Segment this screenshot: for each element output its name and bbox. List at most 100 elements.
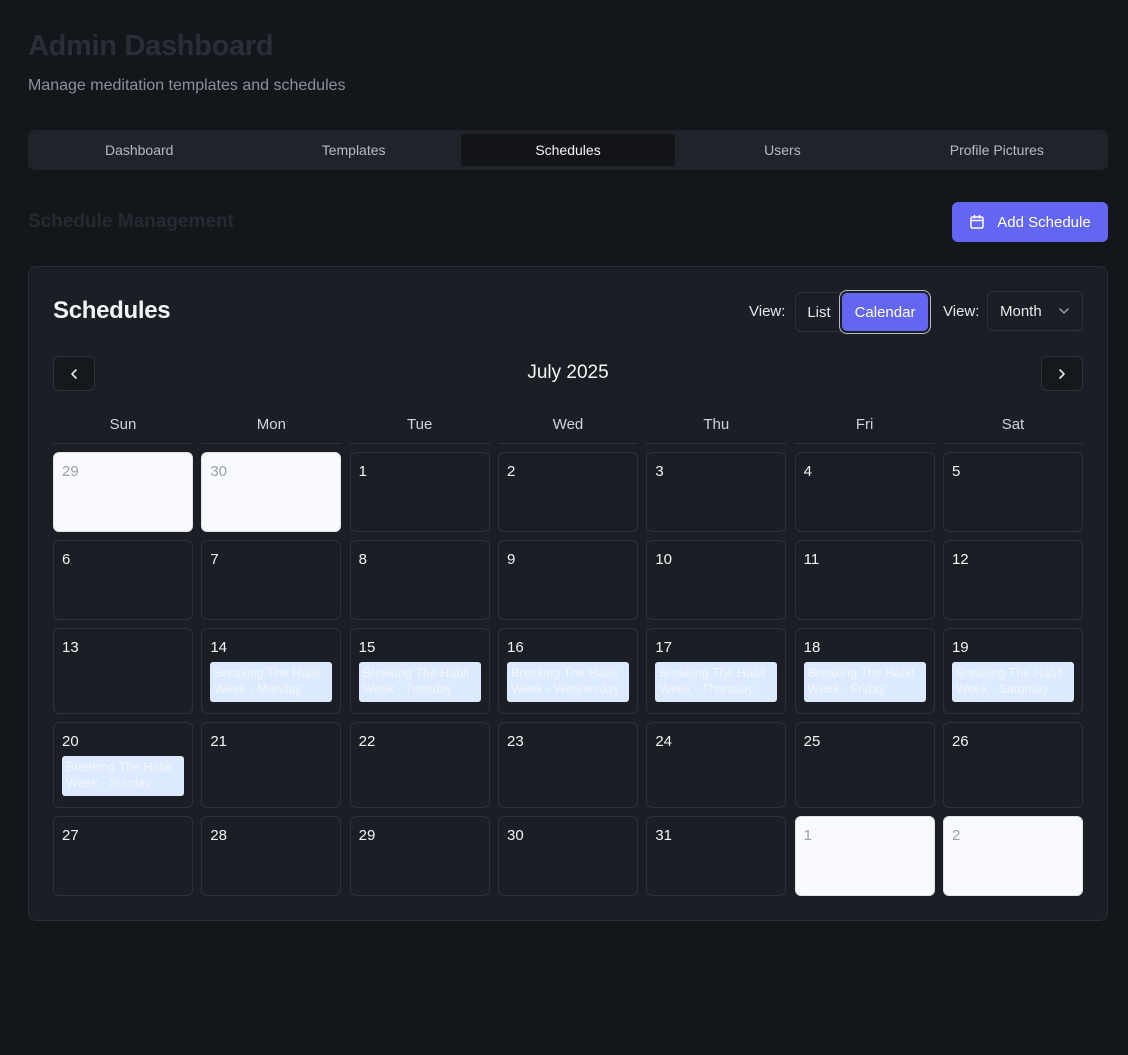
calendar-day-cell[interactable]: 29 bbox=[349, 816, 490, 896]
day-number: 2 bbox=[506, 463, 516, 480]
calendar-day-cell[interactable]: 11 bbox=[794, 540, 935, 620]
calendar-day-cell[interactable]: 30 bbox=[497, 816, 638, 896]
day-number: 5 bbox=[951, 463, 961, 480]
calendar-day-cell[interactable]: 28 bbox=[201, 816, 342, 896]
page-title: Admin Dashboard bbox=[28, 30, 274, 62]
day-number: 20 bbox=[62, 733, 79, 750]
calendar-day-cell[interactable]: 9 bbox=[497, 540, 638, 620]
calendar-day-cell[interactable]: 21 bbox=[201, 722, 342, 808]
schedule-event[interactable]: Breaking The Habit Week - Tuesday bbox=[358, 662, 481, 702]
calendar-day-cell[interactable]: 22 bbox=[349, 722, 490, 808]
weekday-label: Fri bbox=[794, 416, 935, 444]
calendar-day-cell[interactable]: 2 bbox=[942, 816, 1083, 896]
calendar-day-cell[interactable]: 1 bbox=[349, 452, 490, 532]
schedule-event[interactable]: Breaking The Habit Week - Thursday bbox=[655, 662, 778, 702]
day-number: 27 bbox=[62, 827, 79, 844]
calendar-day-cell[interactable]: 17 Breaking The Habit Week - Thursday bbox=[646, 628, 787, 714]
day-number: 26 bbox=[951, 733, 969, 750]
view-range-label: View: bbox=[943, 303, 980, 320]
schedule-event[interactable]: Breaking The Habit Week - Friday bbox=[803, 662, 926, 702]
add-schedule-label: Add Schedule bbox=[997, 213, 1091, 231]
day-number: 24 bbox=[655, 733, 672, 750]
day-number: 18 bbox=[803, 639, 821, 656]
day-number: 19 bbox=[951, 639, 969, 656]
tab-users[interactable]: Users bbox=[675, 134, 889, 166]
calendar-day-cell[interactable]: 29 bbox=[53, 452, 193, 532]
schedule-event[interactable]: Breaking The Habit Week - Sunday bbox=[62, 756, 184, 796]
day-number: 8 bbox=[358, 551, 367, 568]
calendar-day-cell[interactable]: 8 bbox=[349, 540, 490, 620]
calendar-day-cell[interactable]: 18 Breaking The Habit Week - Friday bbox=[794, 628, 935, 714]
calendar-day-cell[interactable]: 6 bbox=[53, 540, 193, 620]
calendar-day-cell[interactable]: 13 bbox=[53, 628, 193, 714]
month-label: July 2025 bbox=[527, 362, 609, 383]
tab-schedules[interactable]: Schedules bbox=[460, 134, 676, 166]
day-number: 17 bbox=[655, 639, 672, 656]
day-number: 3 bbox=[655, 463, 664, 480]
calendar-day-cell[interactable]: 3 bbox=[646, 452, 787, 532]
schedule-event[interactable]: Breaking The Habit Week - Monday bbox=[210, 662, 333, 702]
calendar-day-cell[interactable]: 27 bbox=[53, 816, 193, 896]
calendar-day-cell[interactable]: 31 bbox=[646, 816, 787, 896]
list-view-button[interactable]: List bbox=[796, 293, 842, 331]
weekday-label: Mon bbox=[201, 416, 342, 444]
calendar-view-button[interactable]: Calendar bbox=[842, 293, 928, 331]
calendar-day-cell[interactable]: 12 bbox=[942, 540, 1083, 620]
schedules-card: Schedules View: List Calendar View: Mont… bbox=[28, 266, 1108, 921]
day-number: 9 bbox=[506, 551, 516, 568]
day-number: 4 bbox=[803, 463, 812, 480]
day-number: 1 bbox=[358, 463, 367, 480]
calendar-day-cell[interactable]: 7 bbox=[201, 540, 342, 620]
view-range-select[interactable]: Month bbox=[987, 291, 1083, 331]
calendar-day-cell[interactable]: 16 Breaking The Habit Week - Wednesday bbox=[497, 628, 638, 714]
calendar-day-cell[interactable]: 19 Breaking The Habit Week - Saturday bbox=[942, 628, 1083, 714]
tab-templates[interactable]: Templates bbox=[246, 134, 460, 166]
calendar-day-cell[interactable]: 5 bbox=[942, 452, 1083, 532]
day-number: 30 bbox=[506, 827, 524, 844]
next-month-button[interactable] bbox=[1041, 356, 1083, 391]
calendar-day-cell[interactable]: 4 bbox=[794, 452, 935, 532]
calendar-day-cell[interactable]: 24 bbox=[646, 722, 787, 808]
day-number: 23 bbox=[506, 733, 524, 750]
tab-dashboard[interactable]: Dashboard bbox=[32, 134, 246, 166]
weekday-label: Tue bbox=[349, 416, 490, 444]
weekday-label: Sun bbox=[53, 416, 193, 444]
day-number: 29 bbox=[358, 827, 376, 844]
calendar-day-cell[interactable]: 20 Breaking The Habit Week - Sunday bbox=[53, 722, 193, 808]
calendar-day-cell[interactable]: 25 bbox=[794, 722, 935, 808]
day-number: 11 bbox=[803, 551, 820, 568]
schedule-event[interactable]: Breaking The Habit Week - Wednesday bbox=[506, 662, 629, 702]
page-subtitle: Manage meditation templates and schedule… bbox=[28, 77, 346, 94]
calendar-day-cell[interactable]: 15 Breaking The Habit Week - Tuesday bbox=[349, 628, 490, 714]
day-number: 13 bbox=[62, 639, 79, 656]
calendar-day-cell[interactable]: 14 Breaking The Habit Week - Monday bbox=[201, 628, 342, 714]
day-number: 28 bbox=[210, 827, 228, 844]
calendar-day-cell[interactable]: 23 bbox=[497, 722, 638, 808]
add-schedule-button[interactable]: Add Schedule bbox=[952, 202, 1108, 242]
calendar-day-cell[interactable]: 26 bbox=[942, 722, 1083, 808]
day-number: 25 bbox=[803, 733, 821, 750]
calendar-day-cell[interactable]: 1 bbox=[794, 816, 935, 896]
day-number: 2 bbox=[951, 827, 961, 844]
calendar-icon bbox=[970, 214, 985, 229]
calendar-day-cell[interactable]: 30 bbox=[201, 452, 342, 532]
card-title: Schedules bbox=[53, 297, 171, 324]
weekday-label: Thu bbox=[646, 416, 787, 444]
chevron-down-icon bbox=[1059, 308, 1069, 314]
day-number: 10 bbox=[655, 551, 672, 568]
view-range-value: Month bbox=[1000, 302, 1042, 320]
calendar-day-cell[interactable]: 10 bbox=[646, 540, 787, 620]
day-number: 21 bbox=[210, 733, 228, 750]
tab-bar: Dashboard Templates Schedules Users Prof… bbox=[28, 130, 1108, 170]
day-number: 16 bbox=[506, 639, 524, 656]
admin-page: Admin Dashboard Manage meditation templa… bbox=[0, 0, 1128, 1055]
chevron-right-icon bbox=[1059, 368, 1065, 379]
tab-profile-pictures[interactable]: Profile Pictures bbox=[890, 134, 1104, 166]
day-number: 14 bbox=[210, 639, 228, 656]
schedule-event[interactable]: Breaking The Habit Week - Saturday bbox=[951, 662, 1074, 702]
day-number: 1 bbox=[803, 827, 812, 844]
day-number: 15 bbox=[358, 639, 376, 656]
day-number: 7 bbox=[210, 551, 219, 568]
weekday-label: Wed bbox=[497, 416, 638, 444]
calendar-day-cell[interactable]: 2 bbox=[497, 452, 638, 532]
